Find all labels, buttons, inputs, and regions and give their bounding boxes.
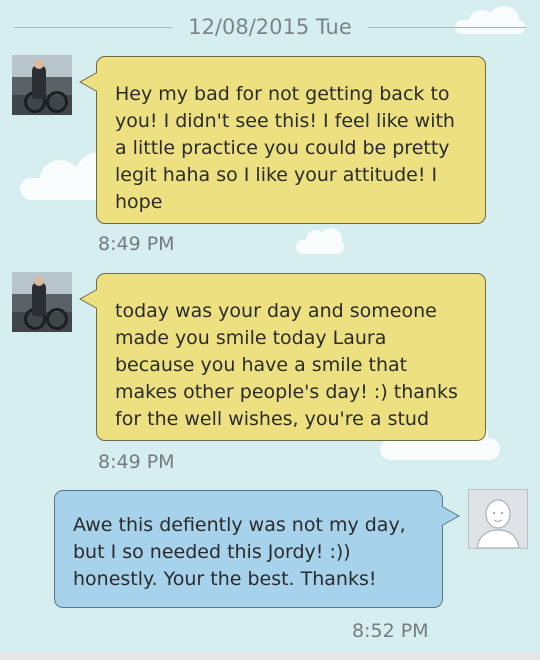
message-text: Hey my bad for not getting back to you! … [115,83,455,213]
message-bubble-incoming[interactable]: today was your day and someone made you … [79,273,486,441]
message-timestamp: 8:49 PM [98,451,175,473]
sender-avatar[interactable] [12,272,72,332]
bottom-bar [0,652,540,660]
message-text: Awe this defiently was not my day, but I… [73,514,406,590]
background-cloud [380,414,500,460]
background-cloud [296,228,344,254]
default-person-icon [476,499,520,548]
divider-line [368,27,526,28]
message-text: today was your day and someone made you … [115,300,458,430]
message-bubble-outgoing[interactable]: Awe this defiently was not my day, but I… [54,490,460,608]
my-avatar[interactable] [468,489,528,549]
sender-avatar[interactable] [12,55,72,115]
date-separator: 12/08/2015 Tue [0,12,540,42]
message-timestamp: 8:49 PM [98,233,175,255]
message-bubble-incoming[interactable]: Hey my bad for not getting back to you! … [79,56,486,224]
message-timestamp: 8:52 PM [352,620,429,642]
